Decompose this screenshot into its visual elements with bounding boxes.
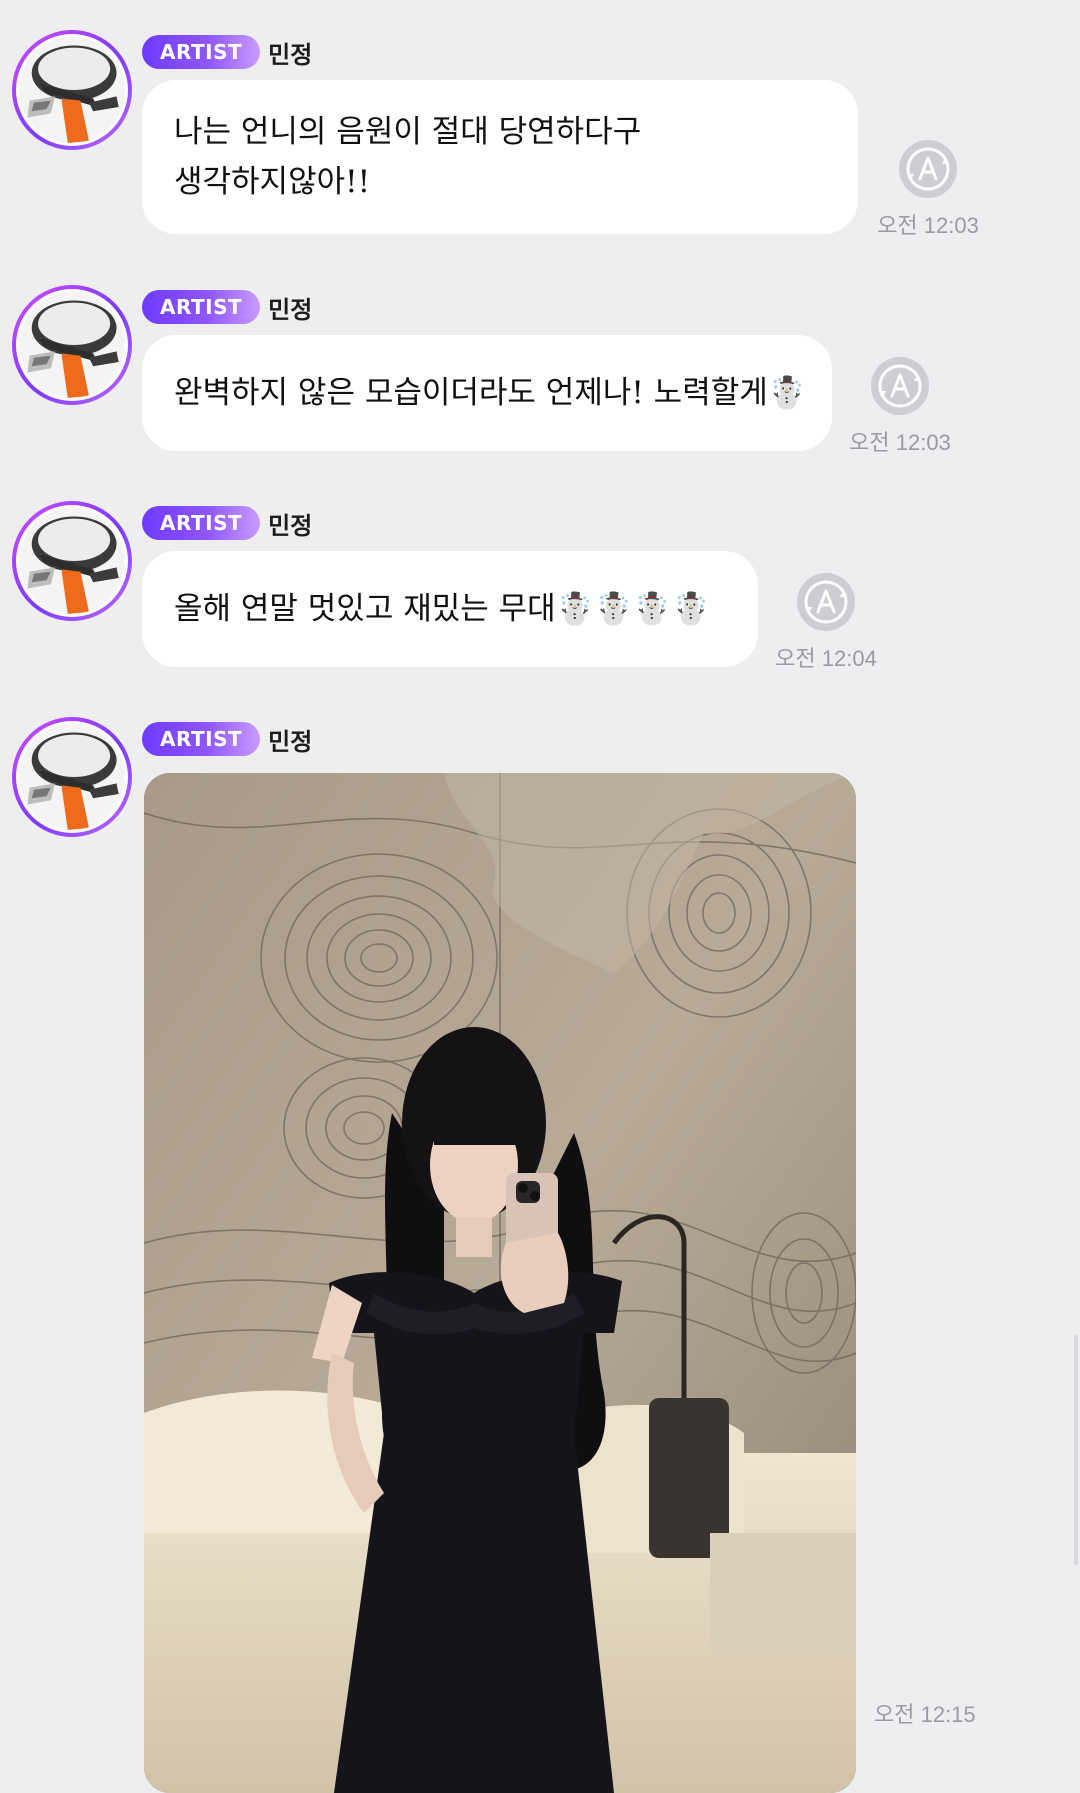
message-bubble[interactable]: 완벽하지 않은 모습이더라도 언제나! 노력할게☃️ bbox=[142, 335, 832, 451]
message-bubble[interactable]: 나는 언니의 음원이 절대 당연하다구 생각하지않아!! bbox=[142, 80, 858, 234]
scrollbar[interactable] bbox=[1074, 1335, 1078, 1565]
message-row: ARTIST 민정 올해 연말 멋있고 재밌는 무대☃️☃️☃️☃️ 오전 12… bbox=[0, 501, 1080, 671]
sender-header: ARTIST 민정 bbox=[142, 721, 312, 757]
photo-message[interactable] bbox=[144, 773, 856, 1793]
message-status: 오전 12:04 bbox=[766, 573, 886, 673]
avatar-image bbox=[19, 508, 125, 614]
message-time: 오전 12:03 bbox=[849, 430, 951, 455]
message-text-line: 생각하지않아!! bbox=[174, 164, 371, 200]
sender-avatar[interactable] bbox=[12, 285, 132, 405]
photo-image bbox=[144, 773, 856, 1793]
message-status: 오전 12:03 bbox=[840, 357, 960, 457]
message-row: ARTIST 민정 완벽하지 않은 모습이더라도 언제나! 노력할게☃️ 오전 … bbox=[0, 285, 1080, 455]
sender-header: ARTIST 민정 bbox=[142, 289, 312, 325]
message-time: 오전 12:04 bbox=[775, 646, 877, 671]
avatar-image bbox=[19, 292, 125, 398]
translate-icon[interactable] bbox=[871, 357, 929, 415]
message-row: ARTIST 민정 오전 12:15 bbox=[0, 717, 1080, 1793]
sender-name[interactable]: 민정 bbox=[268, 35, 312, 70]
artist-badge: ARTIST bbox=[142, 290, 261, 324]
avatar-image bbox=[19, 37, 125, 143]
artist-badge: ARTIST bbox=[142, 506, 261, 540]
message-text-line: 완벽하지 않은 모습이더라도 언제나! 노력할게☃️ bbox=[174, 375, 807, 411]
artist-badge: ARTIST bbox=[142, 722, 261, 756]
message-text-line: 나는 언니의 음원이 절대 당연하다구 bbox=[174, 114, 642, 150]
sender-name[interactable]: 민정 bbox=[268, 290, 312, 325]
sender-avatar[interactable] bbox=[12, 30, 132, 150]
sender-avatar[interactable] bbox=[12, 501, 132, 621]
sender-name[interactable]: 민정 bbox=[268, 722, 312, 757]
translate-icon[interactable] bbox=[797, 573, 855, 631]
message-status: 오전 12:03 bbox=[868, 140, 988, 240]
message-row: ARTIST 민정 나는 언니의 음원이 절대 당연하다구 생각하지않아!! 오… bbox=[0, 30, 1080, 238]
sender-header: ARTIST 민정 bbox=[142, 505, 312, 541]
message-time: 오전 12:15 bbox=[874, 1702, 976, 1727]
artist-badge: ARTIST bbox=[142, 35, 261, 69]
sender-header: ARTIST 민정 bbox=[142, 34, 312, 70]
translate-icon[interactable] bbox=[899, 140, 957, 198]
message-bubble[interactable]: 올해 연말 멋있고 재밌는 무대☃️☃️☃️☃️ bbox=[142, 551, 758, 667]
sender-avatar[interactable] bbox=[12, 717, 132, 837]
avatar-image bbox=[19, 724, 125, 830]
sender-name[interactable]: 민정 bbox=[268, 506, 312, 541]
message-text-line: 올해 연말 멋있고 재밌는 무대☃️☃️☃️☃️ bbox=[174, 591, 711, 627]
message-time: 오전 12:03 bbox=[877, 213, 979, 238]
